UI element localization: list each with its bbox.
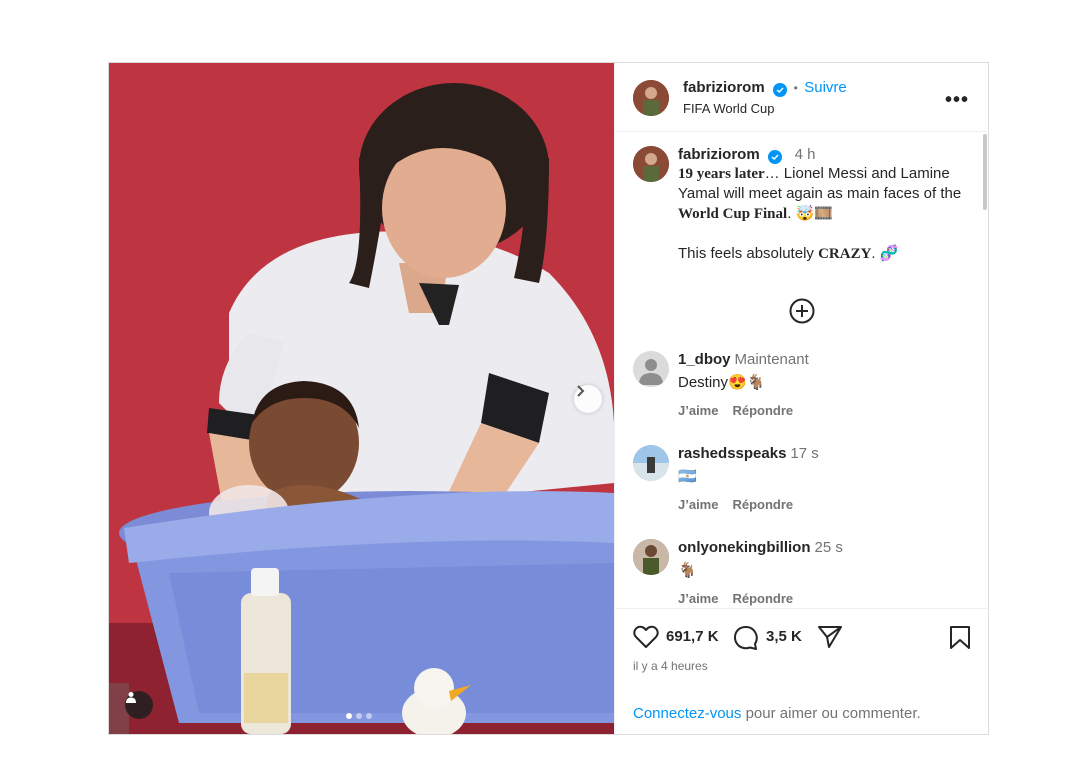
- author-username[interactable]: fabriziorom: [683, 79, 765, 96]
- share-icon[interactable]: [817, 625, 843, 649]
- caption-bold-text: CRAZY: [818, 246, 872, 262]
- post-header: fabriziorom • Suivre FIFA World Cup •••: [615, 63, 989, 132]
- carousel-indicator: [346, 713, 372, 719]
- caption-username[interactable]: fabriziorom: [678, 146, 760, 163]
- caption-author-avatar[interactable]: [633, 146, 669, 182]
- like-comment-button[interactable]: J’aime: [678, 403, 718, 418]
- reply-button[interactable]: Répondre: [732, 591, 793, 606]
- caption-body-text: This feels absolutely: [678, 245, 819, 262]
- reply-button[interactable]: Répondre: [732, 497, 793, 512]
- heart-icon[interactable]: [633, 625, 659, 649]
- post-timestamp: il y a 4 heures: [633, 659, 708, 673]
- post-location[interactable]: FIFA World Cup: [683, 101, 775, 116]
- header-separator: •: [793, 81, 798, 95]
- reply-button[interactable]: Répondre: [732, 403, 793, 418]
- comments-count[interactable]: 3,5 K: [766, 628, 802, 645]
- comment-time: Maintenant: [734, 351, 809, 368]
- comment-time: 17 s: [790, 445, 819, 462]
- comment-avatar[interactable]: [633, 351, 669, 387]
- comment-avatar[interactable]: [633, 445, 669, 481]
- post-actions: 691,7 K 3,5 K il y a 4 heures Connectez-…: [615, 608, 989, 734]
- caption: fabriziorom 4 h 19 years later… Lionel M…: [678, 146, 968, 264]
- login-prompt-text: pour aimer ou commenter.: [741, 705, 921, 722]
- verified-badge-icon: [773, 83, 788, 97]
- load-more-comments-icon[interactable]: [789, 298, 815, 324]
- post-side-panel: fabriziorom • Suivre FIFA World Cup •••: [614, 63, 989, 734]
- comment-text: 🇦🇷: [678, 468, 697, 485]
- author-avatar[interactable]: [633, 80, 669, 116]
- likes-count[interactable]: 691,7 K: [666, 628, 719, 645]
- comment-avatar[interactable]: [633, 539, 669, 575]
- comment-text: 🐐: [678, 562, 697, 579]
- chevron-right-icon: [577, 385, 585, 397]
- more-options-button[interactable]: •••: [945, 89, 969, 112]
- caption-text-2: This feels absolutely CRAZY. 🧬: [678, 244, 968, 264]
- comment-username[interactable]: 1_dboy: [678, 351, 731, 368]
- carousel-dot: [346, 713, 352, 719]
- comment-username[interactable]: onlyonekingbillion: [678, 539, 811, 556]
- verified-badge-icon: [768, 150, 783, 164]
- follow-button[interactable]: Suivre: [804, 79, 847, 96]
- post-media[interactable]: [109, 63, 614, 734]
- post-card: fabriziorom • Suivre FIFA World Cup •••: [108, 62, 989, 735]
- comment-text: Destiny😍🐐: [678, 374, 766, 391]
- caption-bold-text: World Cup Final: [678, 206, 788, 222]
- person-icon: [126, 692, 136, 703]
- carousel-dot: [356, 713, 362, 719]
- carousel-dot: [366, 713, 372, 719]
- like-comment-button[interactable]: J’aime: [678, 497, 718, 512]
- caption-body-text: . 🤯🎞️: [787, 205, 833, 222]
- caption-time: 4 h: [794, 146, 816, 163]
- bookmark-icon[interactable]: [949, 625, 971, 651]
- caption-bold-text: 19 years later: [678, 166, 765, 182]
- scrollbar[interactable]: [983, 134, 987, 210]
- caption-text: 19 years later… Lionel Messi and Lamine …: [678, 164, 968, 224]
- post-photo: [109, 63, 614, 734]
- carousel-next-button[interactable]: [574, 385, 602, 413]
- comment-username[interactable]: rashedsspeaks: [678, 445, 786, 462]
- comment-icon[interactable]: [733, 625, 759, 651]
- comment-time: 25 s: [814, 539, 843, 556]
- login-prompt: Connectez-vous pour aimer ou commenter.: [633, 705, 921, 722]
- caption-body-text: . 🧬: [871, 245, 899, 262]
- like-comment-button[interactable]: J’aime: [678, 591, 718, 606]
- tagged-users-button[interactable]: [125, 691, 153, 719]
- comments-scroll-area[interactable]: fabriziorom 4 h 19 years later… Lionel M…: [615, 132, 989, 608]
- login-link[interactable]: Connectez-vous: [633, 705, 741, 722]
